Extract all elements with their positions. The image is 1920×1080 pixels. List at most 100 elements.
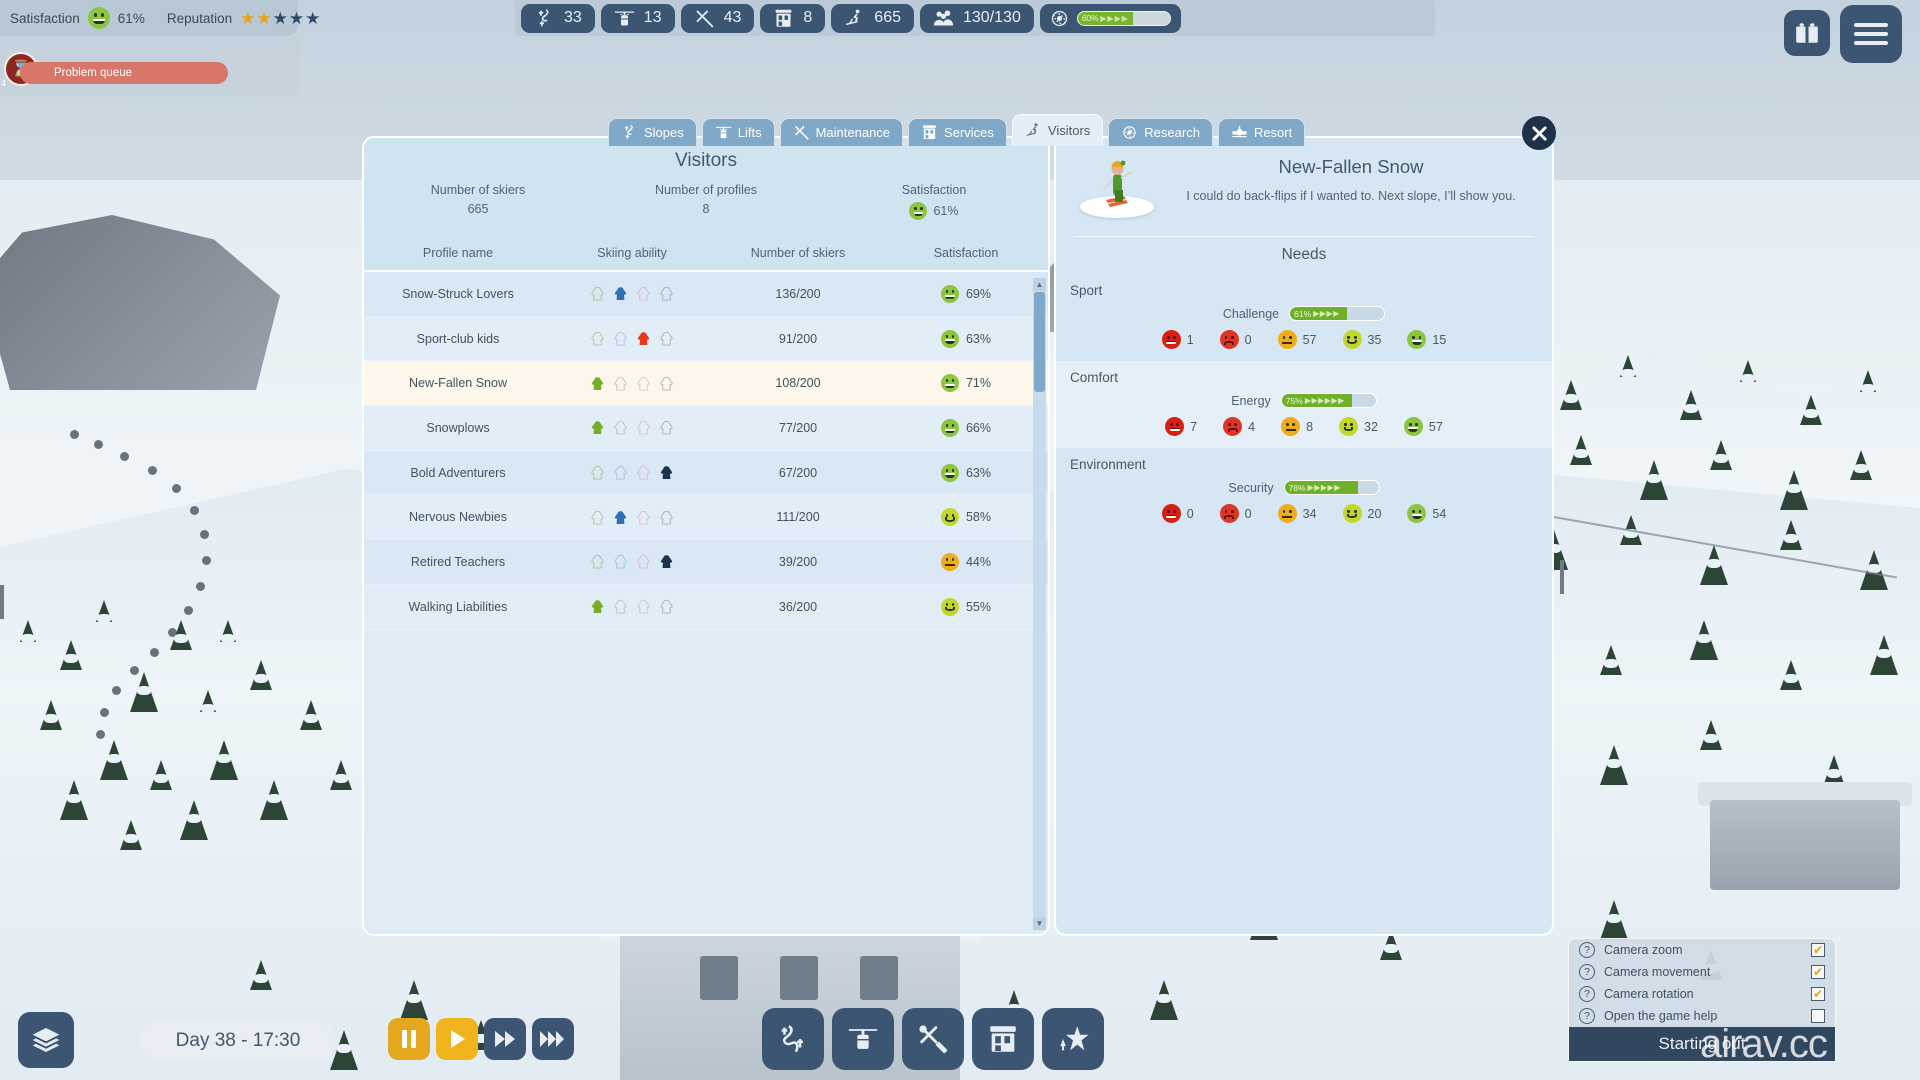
- maintenance-build-icon[interactable]: [902, 1008, 964, 1070]
- tree-icon: [20, 620, 36, 643]
- resource-chip-gondola[interactable]: 13: [600, 3, 675, 33]
- smile-face-icon: [1342, 330, 1362, 349]
- grin-face-icon: [940, 374, 959, 393]
- decoration-build-icon[interactable]: [1042, 1008, 1104, 1070]
- column-header[interactable]: Skiing ability: [552, 246, 712, 260]
- table-row[interactable]: Nervous Newbies 111/200 58%: [364, 495, 1048, 541]
- scrollbar[interactable]: ▲ ▼: [1033, 278, 1046, 930]
- tab-maintenance[interactable]: Maintenance: [779, 118, 904, 146]
- tab-resort[interactable]: Resort: [1217, 118, 1306, 146]
- tree-icon: [1780, 470, 1808, 510]
- research-chip[interactable]: 60% ▶▶▶▶: [1039, 3, 1181, 33]
- skier-count-cell: 108/200: [775, 376, 821, 391]
- help-checkbox[interactable]: [1811, 1009, 1825, 1023]
- resource-value: 33: [564, 9, 582, 26]
- satisfaction-percent: 69%: [965, 286, 992, 301]
- service-build-icon[interactable]: [972, 1008, 1034, 1070]
- profile-text: New-Fallen Snow I could do back-flips if…: [1168, 152, 1534, 205]
- jacket-icon: [637, 465, 650, 480]
- face-count-item: 7: [1165, 417, 1197, 436]
- lift-build-icon[interactable]: [832, 1008, 894, 1070]
- resource-chip-shop[interactable]: 8: [760, 3, 826, 33]
- panel-tab-bar[interactable]: Slopes Lifts Maintenance Services Visitors Re…: [608, 114, 1306, 146]
- tab-lifts[interactable]: Lifts: [701, 118, 775, 146]
- need-percent: 75%: [1285, 395, 1303, 406]
- jacket-icon: [660, 599, 673, 614]
- table-row[interactable]: Snowplows 77/200 66%: [364, 406, 1048, 451]
- scrollbar-thumb[interactable]: [1034, 292, 1045, 392]
- question-mark-icon[interactable]: ?: [1579, 942, 1595, 958]
- satisfaction-cell: 44%: [884, 552, 1048, 571]
- need-name: Energy: [1231, 393, 1271, 408]
- tab-slopes[interactable]: Slopes: [608, 118, 697, 146]
- research-progress-bar: 60% ▶▶▶▶: [1076, 10, 1171, 26]
- column-header[interactable]: Satisfaction: [884, 246, 1048, 260]
- help-row[interactable]: ? Camera rotation ✔: [1569, 983, 1835, 1005]
- build-toolbar[interactable]: [762, 1008, 1104, 1070]
- close-icon[interactable]: [1522, 116, 1556, 150]
- column-header[interactable]: Number of skiers: [712, 246, 884, 260]
- fast-forward-icon[interactable]: [484, 1018, 526, 1060]
- layers-icon[interactable]: [18, 1012, 74, 1068]
- resource-chip-skier[interactable]: 665: [831, 3, 914, 33]
- satisfaction-cell: 58%: [884, 508, 1048, 527]
- help-checkbox[interactable]: ✔: [1811, 987, 1825, 1001]
- scroll-down-icon[interactable]: ▼: [1033, 917, 1046, 930]
- speed-controls[interactable]: [388, 1018, 574, 1060]
- help-label: Camera zoom: [1604, 943, 1683, 957]
- face-count-item: 54: [1407, 504, 1446, 523]
- tab-visitors[interactable]: Visitors: [1011, 114, 1104, 146]
- tab-services[interactable]: Services: [908, 118, 1007, 146]
- skier-count-cell: 136/200: [775, 286, 821, 301]
- tree-icon: [210, 740, 238, 780]
- tree-icon: [1600, 900, 1628, 940]
- face-count-item: 0: [1161, 504, 1194, 523]
- help-checkbox[interactable]: ✔: [1811, 965, 1825, 979]
- table-row[interactable]: Bold Adventurers 67/200 63%: [364, 450, 1048, 496]
- pause-icon[interactable]: [388, 1018, 430, 1060]
- gift-icon[interactable]: [1784, 10, 1830, 56]
- satisfaction-percent: 63%: [965, 331, 992, 346]
- resource-value: 8: [803, 9, 813, 26]
- tab-label: Research: [1144, 125, 1200, 140]
- flat-face-icon: [1277, 504, 1297, 523]
- tools-icon: [694, 8, 715, 29]
- question-mark-icon[interactable]: ?: [1579, 1008, 1595, 1024]
- play-icon[interactable]: [436, 1018, 478, 1060]
- need-progress-bar: 61% ▶▶▶▶: [1289, 306, 1386, 321]
- column-header[interactable]: Profile name: [364, 246, 552, 260]
- reputation-stars: ★ ★ ★ ★ ★: [240, 10, 320, 27]
- profiles-table[interactable]: Snow-Struck Lovers 136/200 69% Sport-club k…: [364, 272, 1048, 934]
- hamburger-menu[interactable]: [1840, 5, 1902, 63]
- face-count: 35: [1367, 332, 1382, 347]
- table-row[interactable]: Walking Liabilities 36/200 55%: [364, 584, 1048, 630]
- resource-chip-slope[interactable]: 33: [521, 3, 595, 33]
- table-row[interactable]: New-Fallen Snow 108/200 71%: [364, 361, 1048, 407]
- table-row[interactable]: Retired Teachers 39/200 44%: [364, 540, 1048, 585]
- tab-research[interactable]: Research: [1108, 118, 1213, 146]
- help-checkbox[interactable]: ✔: [1811, 943, 1825, 957]
- help-rows[interactable]: ? Camera zoom ✔? Camera movement ✔? Camera ro…: [1569, 939, 1835, 1027]
- table-row[interactable]: Snow-Struck Lovers 136/200 69%: [364, 272, 1048, 317]
- resource-chip-visitors[interactable]: 130/130: [920, 3, 1034, 33]
- tree-icon: [400, 980, 428, 1020]
- scroll-up-icon[interactable]: ▲: [1033, 278, 1046, 291]
- profile-detail-panel: New-Fallen Snow I could do back-flips if…: [1054, 136, 1554, 936]
- question-mark-icon[interactable]: ?: [1579, 986, 1595, 1002]
- resource-chip-tools[interactable]: 43: [680, 3, 755, 33]
- tree-icon: [250, 660, 272, 690]
- tools-icon: [793, 124, 810, 141]
- satisfaction-percent: 44%: [965, 554, 992, 569]
- shed-building[interactable]: [1710, 800, 1900, 890]
- lodge-window: [700, 956, 738, 1000]
- help-row[interactable]: ? Camera zoom ✔: [1569, 939, 1835, 961]
- question-mark-icon[interactable]: ?: [1579, 964, 1595, 980]
- reputation-star: ★: [256, 8, 272, 28]
- grin-face-icon: [1407, 504, 1427, 523]
- table-row[interactable]: Sport-club kids 91/200 63%: [364, 316, 1048, 362]
- help-row[interactable]: ? Camera movement ✔: [1569, 961, 1835, 983]
- slope-build-icon[interactable]: [762, 1008, 824, 1070]
- need-category-label: Environment: [1070, 457, 1146, 472]
- problem-queue-button[interactable]: Problem queue: [20, 62, 228, 84]
- very-fast-forward-icon[interactable]: [532, 1018, 574, 1060]
